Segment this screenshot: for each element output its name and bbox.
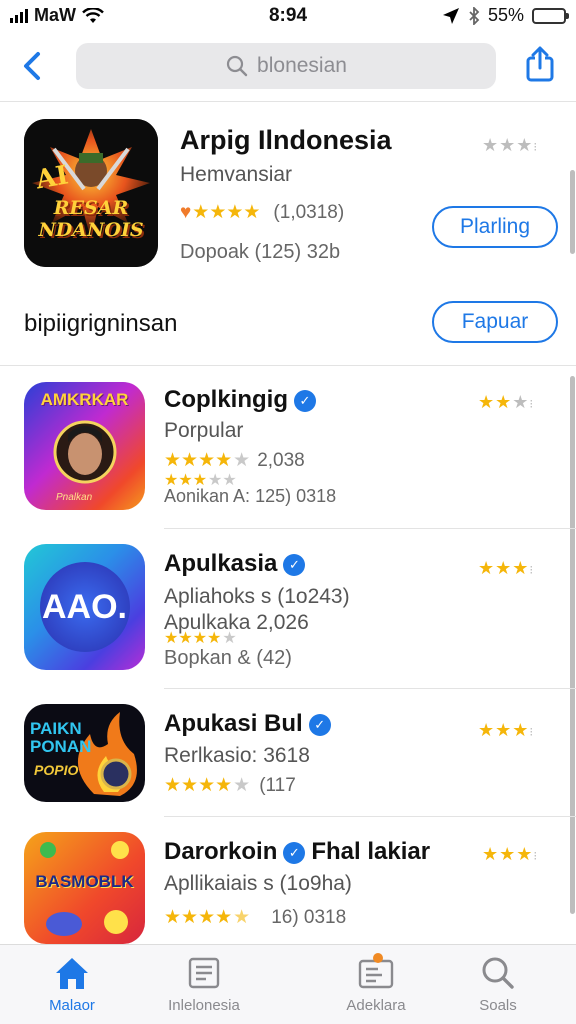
app-title: Darorkoin ✓ Fhal lakiar [164,838,430,866]
app-right-stars: ★★★⁝ [482,844,539,864]
search-field[interactable]: blonesian [76,43,496,89]
app-title: Apukasi Bul ✓ [164,710,331,738]
scrollbar-top[interactable] [570,170,575,254]
row-divider [164,528,576,529]
section-header: bipiigrigninsan Fapuar [0,290,576,366]
tab-apps-label: Adeklara [346,997,406,1014]
search-icon [482,957,514,989]
list-item[interactable]: BASMOBLK Darorkoin ✓ Fhal lakiar Apllikaia… [0,818,576,944]
news-icon [188,957,220,989]
app-title-text: Coplkingig [164,386,288,413]
app-rating-stars: ★★★★ ★ 16) 0318 [164,907,347,928]
app-icon: BASMOBLK [24,832,145,944]
app-icon-title: BASMOBLK [35,872,134,891]
back-chevron-icon[interactable] [14,46,54,86]
app-title: Apulkasia ✓ [164,550,306,578]
list-item[interactable]: AAO. Apulkasia ✓ Apliahoks s (1o243) Apul… [0,530,576,688]
avatar-icon [53,420,117,484]
app-icon: AMKRKAR Pnalkan [24,382,145,510]
featured-icon-top-text: AI [33,160,71,196]
featured-app: AI RESAR NDANOIS Arpig Ilndonesia Hemvan… [0,103,576,283]
home-icon [56,958,88,989]
app-subtitle: Rerlkasio: 3618 [164,744,310,767]
app-icon-title: AAO. [42,588,127,626]
app-right-stars: ★★★⁝ [478,720,535,740]
bluetooth-icon [469,6,480,25]
row-divider [164,688,576,689]
featured-app-meta: Dopoak (125) 32b [180,241,341,263]
featured-action-button[interactable]: Plarling [432,206,558,248]
app-icon: AAO. [24,544,145,670]
app-subtitle: Porpular [164,419,244,442]
section-action-button[interactable]: Fapuar [432,301,558,343]
featured-rating-count: (1,0318) [273,202,345,223]
app-icon-title: PAIKN PONAN [30,719,92,756]
app-rating-count: 2,038 [257,450,305,471]
app-rating-stars: ★★★★ ★ [164,630,237,647]
navigation-bar: blonesian [0,32,576,102]
verified-badge-icon: ✓ [308,713,331,736]
search-placeholder: blonesian [257,54,347,77]
app-subtitle: Apliahoks s (1o243) [164,585,350,608]
app-right-stars: ★★★⁝ [478,558,535,578]
app-title: Coplkingig ✓ [164,386,316,414]
featured-app-subtitle: Hemvansiar [180,163,293,186]
tab-bar: Malaor Inlelonesia Adeklara Soals [0,944,576,1024]
app-meta: Aonikan A: 125) 0318 [164,486,337,506]
verified-badge-icon: ✓ [283,553,306,576]
notification-badge-icon [373,953,383,963]
tab-home[interactable]: Malaor [12,953,132,1014]
status-bar: MaW 8:94 55% [0,0,576,32]
battery-icon [532,7,569,24]
list-item[interactable]: PAIKN PONAN POPIO Apukasi Bul ✓ Rerlkasio… [0,690,576,816]
verified-badge-icon: ✓ [283,841,306,864]
app-title-text: Apulkasia [164,550,278,577]
status-right: 55% [442,5,569,26]
tab-news[interactable]: Inlelonesia [144,953,264,1014]
app-right-stars: ★★★⁝ [478,392,535,412]
tab-home-label: Malaor [49,997,95,1014]
app-icon-subtitle: POPIO [34,762,79,778]
verified-badge-icon: ✓ [293,389,316,412]
featured-rating-stars: ♥ ★★★★ (1,0318) [180,202,345,223]
app-subtitle: Apllikaiais s (1o9ha) [164,872,352,895]
featured-right-stars: ★★★⁝ [482,135,539,155]
tab-news-label: Inlelonesia [168,997,240,1014]
tab-search[interactable]: Soals [438,953,558,1014]
location-icon [442,7,459,24]
featured-icon-text: RESAR NDANOIS [38,197,144,241]
search-icon [226,55,248,77]
featured-app-title[interactable]: Arpig Ilndonesia [180,125,392,156]
app-rating-stars: ★★★★ ★ (117 [164,775,296,796]
list-item[interactable]: AMKRKAR Pnalkan Coplkingig ✓ Porpular ★★★… [0,372,576,528]
app-title-text: Darorkoin [164,838,278,865]
app-title-suffix: Fhal lakiar [311,838,431,865]
app-icon: PAIKN PONAN POPIO [24,704,145,802]
battery-percent: 55% [487,5,524,25]
tab-search-label: Soals [479,997,517,1014]
app-title-text: Apukasi Bul [164,710,303,737]
row-divider [164,816,576,817]
app-meta: Bopkan & (42) [164,647,292,669]
app-rating-count: 16) 0318 [271,907,347,928]
section-title: bipiigrigninsan [24,310,178,337]
share-icon[interactable] [520,44,560,84]
app-icon-subtitle: Pnalkan [56,492,93,503]
featured-app-icon[interactable]: AI RESAR NDANOIS [24,119,158,267]
app-rating-count: (117 [259,775,296,796]
app-rating-stars: ★★★★ ★ 2,038 [164,450,305,471]
